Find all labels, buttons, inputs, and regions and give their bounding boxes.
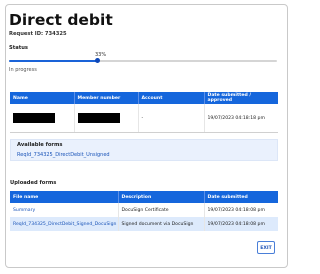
column-header-description: Description — [118, 191, 205, 203]
available-forms-heading: Available forms — [17, 142, 63, 148]
table-header-row: File name Description Date submitted — [10, 191, 278, 203]
uploaded-forms-table: File name Description Date submitted Sum… — [10, 191, 278, 231]
status-label: Status — [9, 45, 28, 51]
date-cell: 19/07/2023 04:18:08 pm — [204, 217, 278, 231]
column-header-member-number: Member number — [74, 92, 139, 104]
column-header-name: Name — [10, 92, 75, 104]
progress-bar-fill — [9, 60, 98, 62]
column-header-date-submitted: Date submitted — [204, 191, 278, 203]
date-cell: 19/07/2023 04:18:08 pm — [204, 203, 278, 217]
date-cell: 19/07/2023 04:18:18 pm — [204, 104, 278, 133]
page-title: Direct debit — [9, 11, 113, 29]
progress-bar — [9, 58, 277, 63]
account-cell: - — [138, 104, 205, 133]
column-header-account: Account — [138, 92, 205, 104]
table-header-row: Name Member number Account Date submitte… — [10, 92, 278, 104]
name-cell — [10, 104, 75, 133]
file-link-signed[interactable]: ReqId_734325_DirectDebit_Signed_DocuSign — [10, 217, 119, 231]
table-row: - 19/07/2023 04:18:18 pm — [10, 104, 278, 133]
uploaded-forms-heading: Uploaded forms — [10, 180, 57, 186]
column-header-file-name: File name — [10, 191, 119, 203]
description-cell: DocuSign Certificate — [118, 203, 205, 217]
progress-bar-marker — [94, 58, 100, 63]
available-form-link[interactable]: ReqId_734325_DirectDebit_Unsigned — [17, 152, 110, 158]
available-forms-panel: Available forms ReqId_734325_DirectDebit… — [10, 139, 278, 161]
status-text: In progress — [9, 67, 37, 73]
details-table: Name Member number Account Date submitte… — [10, 92, 278, 133]
table-row: Summary DocuSign Certificate 19/07/2023 … — [10, 203, 278, 217]
request-id: Request ID: 734325 — [9, 31, 67, 37]
column-header-date-submitted-approved: Date submitted / approved — [204, 92, 278, 104]
redacted-name — [13, 113, 55, 123]
table-row: ReqId_734325_DirectDebit_Signed_DocuSign… — [10, 217, 278, 231]
redacted-member-number — [77, 113, 120, 123]
description-cell: Signed document via DocuSign — [118, 217, 205, 231]
exit-button[interactable]: EXIT — [257, 241, 275, 254]
member-number-cell — [74, 104, 139, 133]
file-link-summary[interactable]: Summary — [10, 203, 119, 217]
